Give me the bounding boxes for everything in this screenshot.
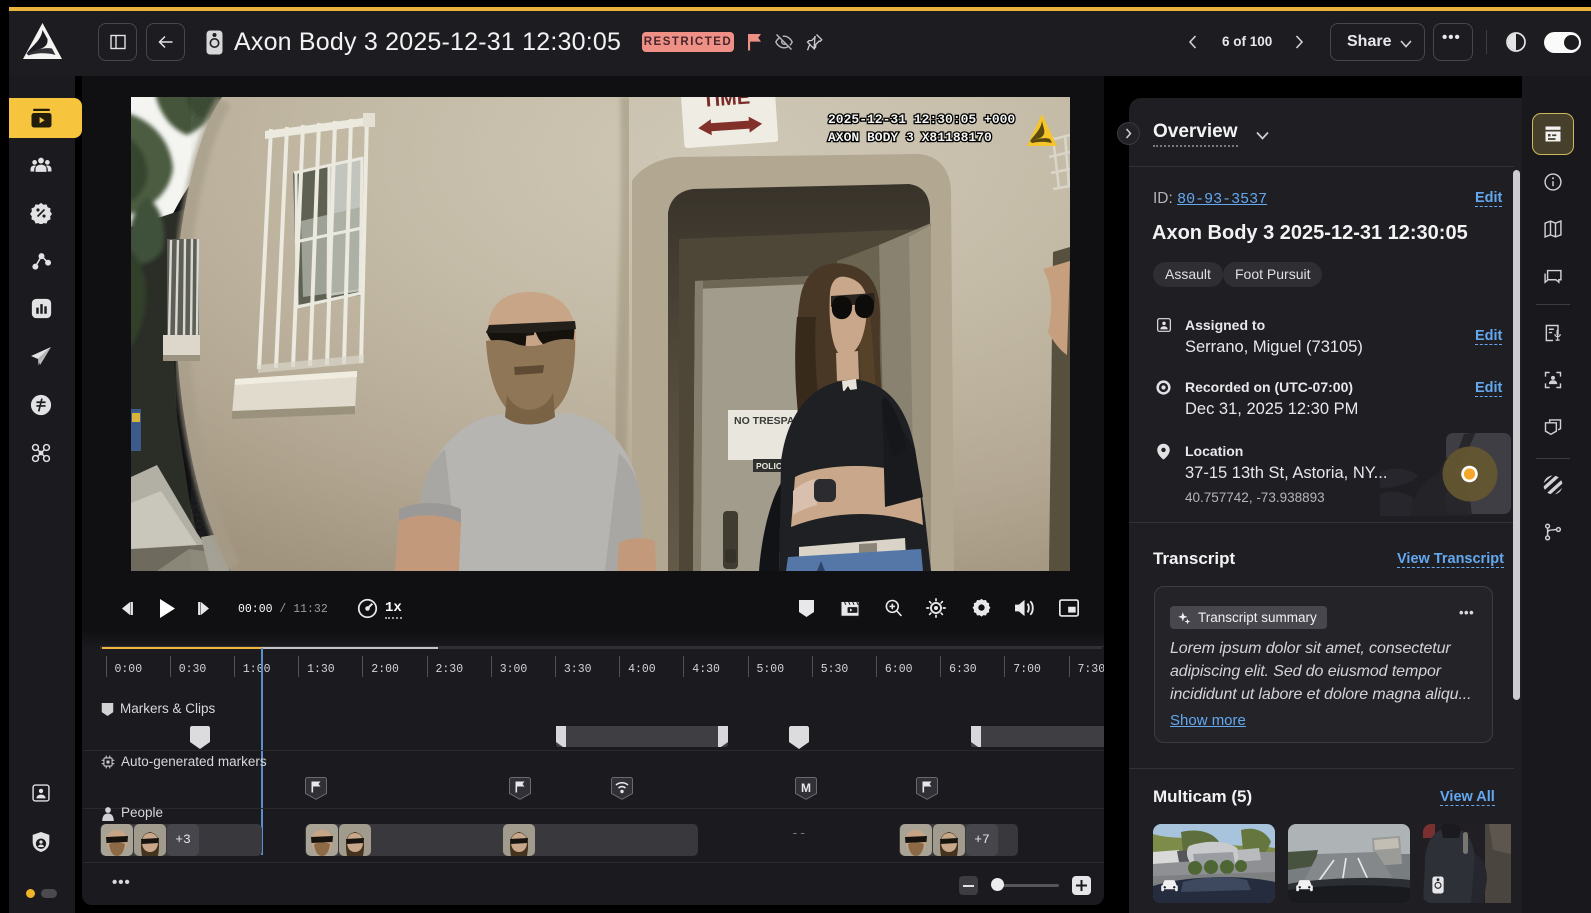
svg-text:2025-12-31 12:30:05 +000: 2025-12-31 12:30:05 +000 xyxy=(828,112,1015,127)
svg-text:M: M xyxy=(801,781,811,795)
svg-text:AXON BODY 3 X81188170: AXON BODY 3 X81188170 xyxy=(828,130,992,145)
